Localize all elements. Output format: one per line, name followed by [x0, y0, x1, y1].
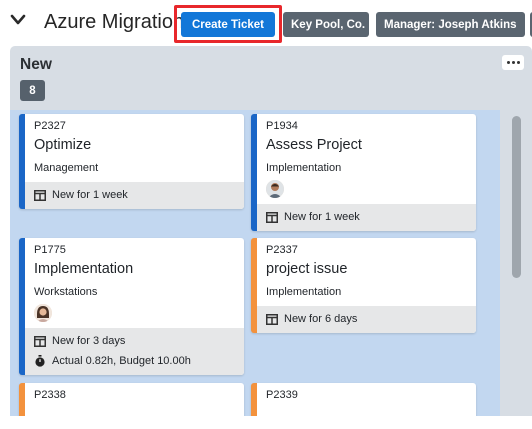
ticket-card[interactable]: P2327 Optimize Management New for 1 week — [19, 114, 244, 209]
manager-filter-chip[interactable]: Manager: Joseph Atkins — [376, 12, 525, 37]
column-menu-button[interactable] — [502, 55, 524, 70]
create-ticket-button[interactable]: Create Ticket — [181, 12, 275, 37]
ticket-category: Implementation — [266, 286, 342, 298]
board-icon — [34, 189, 46, 201]
ticket-card[interactable]: P2338 — [19, 383, 244, 416]
ticket-age: New for 3 days — [52, 335, 126, 347]
column-count-badge: 8 — [20, 80, 45, 101]
ticket-card[interactable]: P1934 Assess Project Implementation New … — [251, 114, 476, 231]
card-age-row: New for 1 week — [34, 189, 128, 201]
ticket-age: New for 6 days — [284, 313, 358, 325]
ticket-age: New for 1 week — [52, 189, 128, 201]
ticket-category: Workstations — [34, 286, 98, 298]
board-icon — [266, 313, 278, 325]
ticket-card[interactable]: P2337 project issue Implementation New f… — [251, 238, 476, 333]
card-budget-row: Actual 0.82h, Budget 10.00h — [34, 355, 191, 367]
card-footer: New for 1 week — [257, 204, 476, 231]
card-age-row: New for 1 week — [266, 211, 360, 223]
ticket-id: P2337 — [266, 244, 298, 256]
board-icon — [266, 211, 278, 223]
scrollbar-thumb[interactable] — [512, 116, 521, 278]
project-header: Azure Migration Create Ticket Key Pool, … — [0, 0, 532, 46]
stopwatch-icon — [35, 355, 45, 367]
ellipsis-icon — [506, 61, 510, 64]
ticket-id: P2327 — [34, 120, 66, 132]
ticket-card[interactable]: P1775 Implementation Workstations New fo… — [19, 238, 244, 375]
card-footer: New for 3 days Actual 0.82h, Budget 10.0… — [25, 328, 244, 375]
column-title: New — [20, 56, 52, 73]
ticket-title: project issue — [266, 261, 348, 277]
project-title: Azure Migration — [44, 11, 185, 33]
chevron-down-icon[interactable] — [10, 14, 26, 26]
ticket-title: Optimize — [34, 137, 92, 153]
ticket-category: Implementation — [266, 162, 342, 174]
column-new: New 8 P2327 Optimize Management New for … — [10, 46, 532, 416]
board-icon — [34, 335, 46, 347]
ticket-card[interactable]: P2339 — [251, 383, 476, 416]
ticket-id: P1934 — [266, 120, 298, 132]
ticket-category: Management — [34, 162, 99, 174]
ticket-id: P2338 — [34, 389, 66, 401]
assignee-avatar — [266, 180, 284, 198]
card-footer: New for 1 week — [25, 182, 244, 209]
ticket-title: Implementation — [34, 261, 134, 277]
company-filter-chip[interactable]: Key Pool, Co. — [283, 12, 369, 37]
ticket-id: P2339 — [266, 389, 298, 401]
card-age-row: New for 6 days — [266, 313, 357, 325]
ticket-title: Assess Project — [266, 137, 362, 153]
ticket-age: New for 1 week — [284, 211, 360, 223]
card-age-row: New for 3 days — [34, 335, 125, 347]
assignee-avatar — [34, 304, 52, 322]
ticket-budget: Actual 0.82h, Budget 10.00h — [52, 355, 191, 367]
card-footer: New for 6 days — [257, 306, 476, 333]
ticket-id: P1775 — [34, 244, 66, 256]
